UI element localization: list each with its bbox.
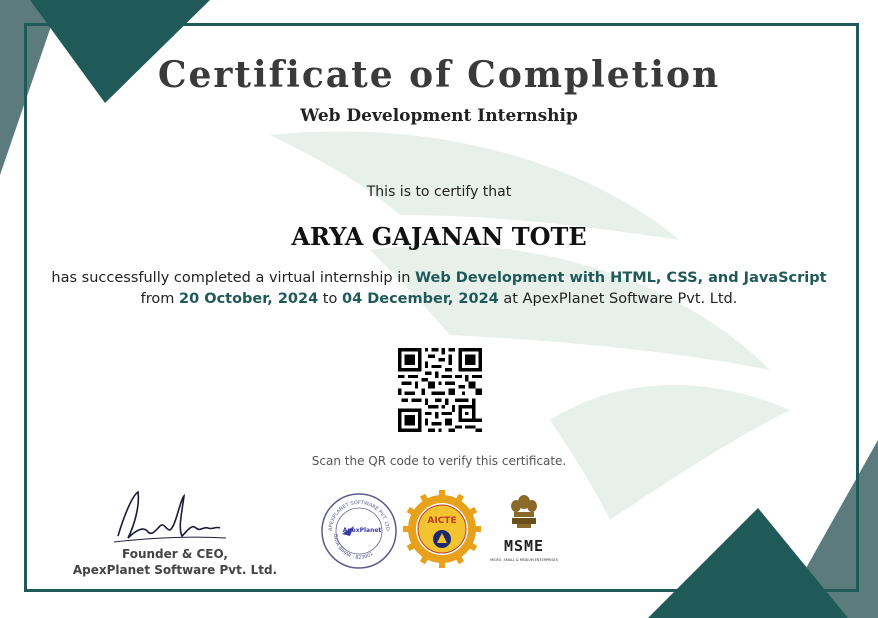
statement-prefix: has successfully completed a virtual int… bbox=[51, 270, 416, 286]
certificate-title: Certificate of Completion bbox=[157, 54, 721, 96]
svg-text:MICRO, SMALL & MEDIUM ENTERPRI: MICRO, SMALL & MEDIUM ENTERPRISES bbox=[490, 558, 558, 562]
qr-caption: Scan the QR code to verify this certific… bbox=[311, 454, 567, 468]
svg-text:MSME: MSME bbox=[504, 537, 544, 555]
signatory-block: Founder & CEO, ApexPlanet Software Pvt. … bbox=[60, 546, 290, 578]
svg-text:AICTE: AICTE bbox=[427, 516, 456, 526]
certificate-subtitle: Web Development Internship bbox=[300, 106, 578, 126]
verification-qr-code[interactable] bbox=[398, 348, 482, 432]
completion-statement: has successfully completed a virtual int… bbox=[0, 270, 878, 286]
program-name: Web Development with HTML, CSS, and Java… bbox=[415, 270, 827, 286]
end-date: 04 December, 2024 bbox=[341, 291, 499, 307]
date-statement: from 20 October, 2024 to 04 December, 20… bbox=[0, 291, 878, 307]
apexplanet-seal-logo: APEXPLANET SOFTWARE PVT. LTD. GAYA BIHAR… bbox=[320, 492, 397, 569]
certify-line: This is to certify that bbox=[366, 184, 512, 200]
signatory-company: ApexPlanet Software Pvt. Ltd. bbox=[72, 563, 278, 577]
ceo-signature bbox=[113, 490, 227, 543]
msme-logo: MSME MICRO, SMALL & MEDIUM ENTERPRISES bbox=[490, 495, 558, 562]
recipient-name: ARYA GAJANAN TOTE bbox=[291, 222, 587, 251]
start-date: 20 October, 2024 bbox=[179, 291, 319, 307]
aicte-logo: AICTE bbox=[403, 490, 481, 568]
from-text: from bbox=[140, 291, 180, 307]
national-emblem-icon bbox=[511, 495, 537, 528]
signatory-title: Founder & CEO, bbox=[121, 547, 228, 561]
to-text: to bbox=[318, 291, 342, 307]
company-suffix: at ApexPlanet Software Pvt. Ltd. bbox=[498, 291, 738, 307]
leaf-watermark bbox=[270, 131, 790, 520]
svg-text:ApexPlanet: ApexPlanet bbox=[343, 527, 382, 534]
